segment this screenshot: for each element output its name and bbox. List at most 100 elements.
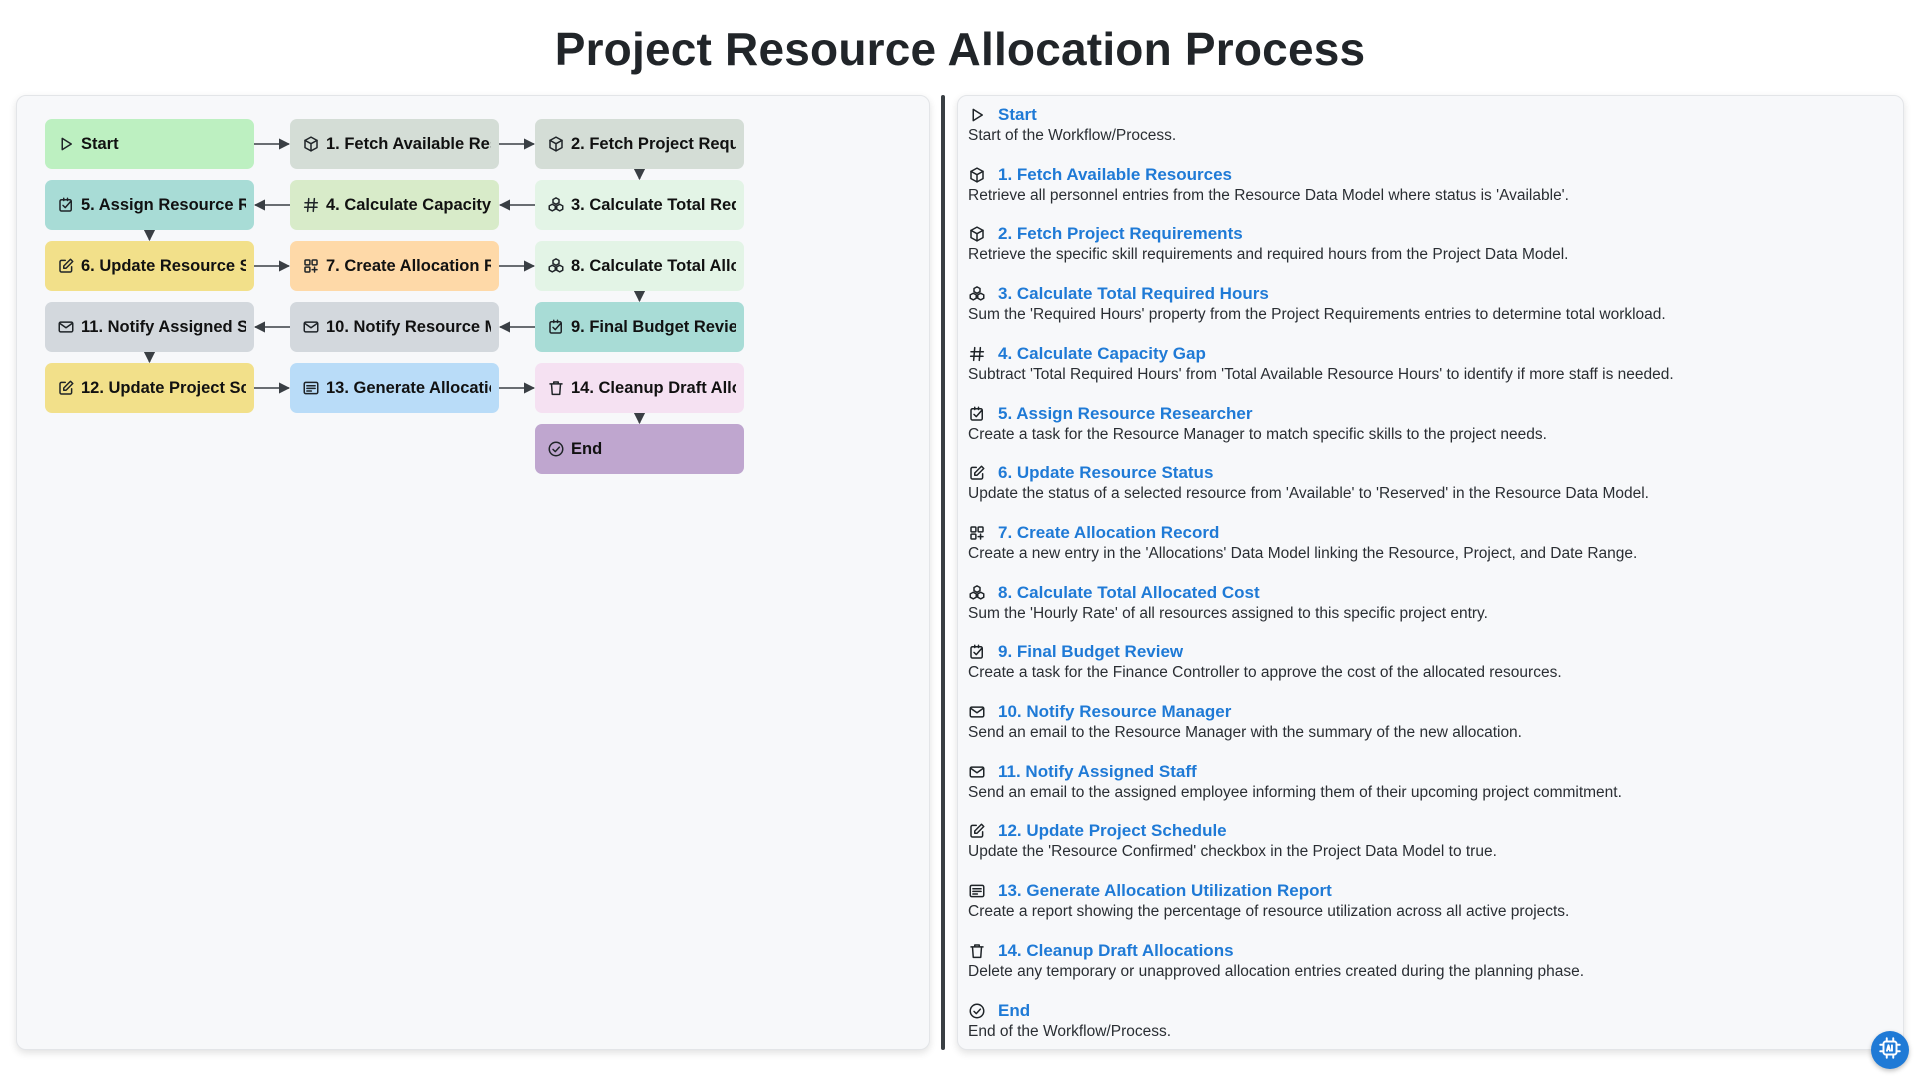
ai-chip-icon — [1877, 1035, 1903, 1066]
hash-icon — [302, 196, 320, 214]
check-circle-icon — [968, 1002, 986, 1020]
flow-node-n13[interactable]: 13. Generate Allocation Utilization Repo… — [290, 363, 499, 413]
play-icon — [968, 106, 986, 124]
flow-node-label: 6. Update Resource Status — [81, 256, 246, 275]
step-item: 6. Update Resource Status Update the stat… — [968, 462, 1888, 504]
flow-node-label: End — [571, 439, 603, 458]
step-title-link[interactable]: 4. Calculate Capacity Gap — [998, 344, 1206, 364]
step-item: End End of the Workflow/Process. — [968, 1000, 1888, 1042]
flow-node-label: 12. Update Project Schedule — [81, 378, 246, 397]
flow-node-label: 11. Notify Assigned Staff — [81, 317, 246, 336]
step-title-link[interactable]: 13. Generate Allocation Utilization Repo… — [998, 881, 1332, 901]
step-description: Subtract 'Total Required Hours' from 'To… — [968, 365, 1674, 383]
mail-icon — [57, 318, 75, 336]
flow-node-n10[interactable]: 10. Notify Resource Manager — [290, 302, 499, 352]
step-item: 8. Calculate Total Allocated Cost Sum the… — [968, 582, 1888, 624]
mail-icon — [302, 318, 320, 336]
flow-node-label: 14. Cleanup Draft Allocations — [571, 378, 736, 397]
flow-node-n12[interactable]: 12. Update Project Schedule — [45, 363, 254, 413]
step-title-link[interactable]: 11. Notify Assigned Staff — [998, 762, 1197, 782]
step-item: 2. Fetch Project Requirements Retrieve th… — [968, 223, 1888, 265]
step-title-link[interactable]: 1. Fetch Available Resources — [998, 165, 1232, 185]
flow-node-n14[interactable]: 14. Cleanup Draft Allocations — [535, 363, 744, 413]
step-item: Start Start of the Workflow/Process. — [968, 104, 1888, 146]
flow-node-label: 7. Create Allocation Record — [326, 256, 491, 275]
flow-node-label: Start — [81, 134, 119, 153]
step-description: Create a task for the Resource Manager t… — [968, 425, 1547, 443]
flow-node-n8[interactable]: 8. Calculate Total Allocated Cost — [535, 241, 744, 291]
cubes-icon — [547, 257, 565, 275]
flow-node-label: 10. Notify Resource Manager — [326, 317, 491, 336]
grid-plus-icon — [302, 257, 320, 275]
flow-connectors — [143, 138, 646, 425]
step-title-link[interactable]: 3. Calculate Total Required Hours — [998, 284, 1269, 304]
edit-icon — [57, 379, 75, 397]
step-title-link[interactable]: 6. Update Resource Status — [998, 463, 1213, 483]
flow-node-label: 3. Calculate Total Required Hours — [571, 195, 736, 214]
flow-node-label: 2. Fetch Project Requirements — [571, 134, 736, 153]
step-description: Update the 'Resource Confirmed' checkbox… — [968, 843, 1497, 861]
flow-node-label: 4. Calculate Capacity Gap — [326, 195, 491, 214]
step-description: Send an email to the Resource Manager wi… — [968, 724, 1522, 741]
trash-icon — [968, 942, 986, 960]
edit-icon — [968, 464, 986, 482]
step-description: End of the Workflow/Process. — [968, 1022, 1172, 1040]
checkbox-icon — [57, 196, 75, 214]
flow-node-label: 13. Generate Allocation Utilization Repo… — [326, 378, 491, 397]
flow-node-start[interactable]: Start — [45, 119, 254, 169]
cubes-icon — [547, 196, 565, 214]
play-icon — [57, 135, 75, 153]
step-title-link[interactable]: Start — [998, 105, 1037, 125]
step-description: Retrieve the specific skill requirements… — [968, 246, 1569, 264]
step-item: 13. Generate Allocation Utilization Repo… — [968, 880, 1888, 922]
checkbox-icon — [968, 405, 986, 423]
step-title-link[interactable]: 12. Update Project Schedule — [998, 821, 1227, 841]
cubes-icon — [968, 584, 986, 602]
step-item: 11. Notify Assigned Staff Send an email t… — [968, 761, 1888, 803]
flow-node-n11[interactable]: 11. Notify Assigned Staff — [45, 302, 254, 352]
flow-node-n5[interactable]: 5. Assign Resource Researcher — [45, 180, 254, 230]
step-title-link[interactable]: 7. Create Allocation Record — [998, 523, 1219, 543]
step-description: Update the status of a selected resource… — [968, 485, 1649, 503]
flow-node-n4[interactable]: 4. Calculate Capacity Gap — [290, 180, 499, 230]
step-item: 9. Final Budget Review Create a task for … — [968, 641, 1888, 683]
step-item: 14. Cleanup Draft Allocations Delete any … — [968, 940, 1888, 982]
step-title-link[interactable]: 9. Final Budget Review — [998, 642, 1183, 662]
step-title-link[interactable]: 8. Calculate Total Allocated Cost — [998, 583, 1260, 603]
step-item: 7. Create Allocation Record Create a new … — [968, 522, 1888, 564]
edit-icon — [57, 257, 75, 275]
step-description: Delete any temporary or unapproved alloc… — [968, 962, 1585, 980]
step-description: Start of the Workflow/Process. — [968, 127, 1177, 144]
cube-icon — [968, 225, 986, 243]
flow-node-n9[interactable]: 9. Final Budget Review — [535, 302, 744, 352]
cube-icon — [302, 135, 320, 153]
flow-node-n7[interactable]: 7. Create Allocation Record — [290, 241, 499, 291]
step-description: Retrieve all personnel entries from the … — [968, 186, 1569, 204]
flow-node-n6[interactable]: 6. Update Resource Status — [45, 241, 254, 291]
flow-node-n3[interactable]: 3. Calculate Total Required Hours — [535, 180, 744, 230]
ai-assistant-button[interactable] — [1871, 1031, 1909, 1069]
edit-icon — [968, 822, 986, 840]
step-item: 4. Calculate Capacity Gap Subtract 'Total… — [968, 343, 1888, 385]
flow-node-n1[interactable]: 1. Fetch Available Resources — [290, 119, 499, 169]
trash-icon — [547, 379, 565, 397]
step-item: 3. Calculate Total Required Hours Sum the… — [968, 283, 1888, 325]
page-title: Project Resource Allocation Process — [554, 23, 1366, 75]
flow-node-n2[interactable]: 2. Fetch Project Requirements — [535, 119, 744, 169]
report-icon — [968, 882, 986, 900]
panel-divider[interactable] — [941, 95, 945, 1050]
flow-node-label: 1. Fetch Available Resources — [326, 134, 491, 153]
cube-icon — [547, 135, 565, 153]
checkbox-icon — [547, 318, 565, 336]
step-title-link[interactable]: 10. Notify Resource Manager — [998, 702, 1231, 722]
checkbox-icon — [968, 643, 986, 661]
flow-node-end[interactable]: End — [535, 424, 744, 474]
step-title-link[interactable]: 2. Fetch Project Requirements — [998, 224, 1243, 244]
cube-icon — [968, 166, 986, 184]
step-item: 12. Update Project Schedule Update the 'R… — [968, 820, 1888, 862]
step-description: Send an email to the assigned employee i… — [968, 783, 1622, 801]
step-title-link[interactable]: 5. Assign Resource Researcher — [998, 404, 1253, 424]
step-item: 1. Fetch Available Resources Retrieve all… — [968, 164, 1888, 206]
step-title-link[interactable]: End — [998, 1001, 1030, 1021]
step-title-link[interactable]: 14. Cleanup Draft Allocations — [998, 941, 1234, 961]
